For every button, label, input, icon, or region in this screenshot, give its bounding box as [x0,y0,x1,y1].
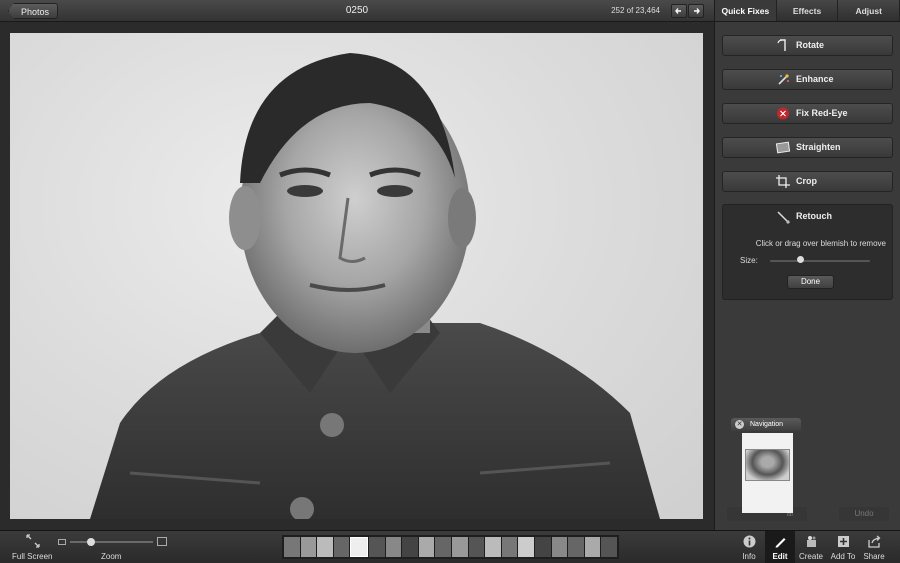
pencil-icon [775,538,786,548]
share-label: Share [863,552,885,561]
red-eye-icon [777,107,789,120]
close-icon[interactable]: ✕ [735,420,744,429]
navigation-viewport[interactable] [745,449,790,481]
navigation-title: Navigation [750,421,784,428]
enhance-button[interactable]: Enhance [722,69,893,90]
navigation-header: ✕ Navigation [731,418,801,431]
plus-icon [838,536,849,547]
photo-image[interactable] [10,33,703,519]
full-screen-icon[interactable] [26,534,40,548]
filmstrip-thumbnail[interactable] [333,537,350,557]
filmstrip-thumbnail[interactable] [551,537,568,557]
rotate-button[interactable]: Rotate [722,35,893,56]
bottom-toolbar: Full Screen Zoom Info Edit Create Add To… [0,530,900,563]
filmstrip-thumbnail[interactable] [451,537,468,557]
straighten-icon [775,141,791,154]
filmstrip-thumbnail[interactable] [518,537,534,557]
filmstrip-thumbnail[interactable] [534,537,551,557]
fix-red-eye-label: Fix Red-Eye [796,108,848,118]
zoom-in-icon[interactable] [157,537,167,546]
filmstrip-thumbnail[interactable] [568,537,584,557]
photo-counter: 252 of 23,464 [611,6,660,15]
portrait-illustration [90,53,660,519]
previous-photo-button[interactable] [671,4,687,18]
filmstrip-thumbnail[interactable] [584,537,601,557]
next-photo-button[interactable] [688,4,704,18]
photo-viewer[interactable] [0,22,714,530]
brush-icon [777,211,790,224]
filmstrip-thumbnail[interactable] [300,537,317,557]
filmstrip-thumbnail[interactable] [368,537,385,557]
size-label: Size: [740,256,758,265]
filmstrip-thumbnail[interactable] [468,537,485,557]
filmstrip-thumbnail[interactable] [284,537,300,557]
full-screen-label[interactable]: Full Screen [12,552,52,561]
crop-icon [776,175,790,188]
size-slider-thumb[interactable] [797,256,804,263]
straighten-label: Straighten [796,142,841,152]
iphoto-window: Photos 0250 252 of 23,464 Quick Fixes Ef… [0,0,900,563]
create-icon [807,536,816,547]
navigation-popup[interactable]: ✕ Navigation [731,418,801,515]
right-arrow-icon [694,8,700,14]
zoom-label: Zoom [101,552,122,561]
enhance-label: Enhance [796,74,834,84]
rotate-icon [777,39,786,51]
left-arrow-icon [675,8,681,14]
filmstrip-thumbnail[interactable] [402,537,418,557]
share-icon [868,535,881,548]
filmstrip-thumbnail-selected[interactable] [350,537,368,557]
crop-label: Crop [796,176,817,186]
retouch-label[interactable]: Retouch [796,211,832,221]
zoom-slider-thumb[interactable] [86,538,95,546]
share-tool[interactable]: Share [859,531,889,563]
magic-wand-icon [778,74,789,85]
retouch-hint: Click or drag over blemish to remove [755,239,886,248]
filmstrip-thumbnail[interactable] [601,537,617,557]
size-slider-track[interactable] [770,260,870,262]
photo-title: 0250 [345,5,369,16]
filmstrip-thumbnail[interactable] [501,537,518,557]
zoom-out-icon[interactable] [58,539,66,545]
filmstrip-thumbnail[interactable] [435,537,451,557]
rotate-label: Rotate [796,40,825,50]
navigation-preview[interactable] [742,433,793,513]
done-button[interactable]: Done [787,275,834,289]
undo-button[interactable]: Undo [839,507,889,521]
edit-tabs: Quick Fixes Effects Adjust [715,0,900,22]
filmstrip-thumbnail[interactable] [385,537,402,557]
filmstrip-thumbnail[interactable] [485,537,501,557]
filmstrip[interactable] [282,535,619,559]
fix-red-eye-button[interactable]: Fix Red-Eye [722,103,893,124]
filmstrip-thumbnail[interactable] [418,537,435,557]
tab-quick-fixes[interactable]: Quick Fixes [715,0,777,21]
crop-button[interactable]: Crop [722,171,893,192]
tab-adjust[interactable]: Adjust [838,0,900,21]
tab-effects[interactable]: Effects [777,0,839,21]
top-toolbar: Photos 0250 252 of 23,464 [0,0,714,22]
info-icon [743,535,756,548]
filmstrip-thumbnail[interactable] [317,537,333,557]
retouch-section: Retouch Click or drag over blemish to re… [722,204,893,300]
straighten-button[interactable]: Straighten [722,137,893,158]
zoom-slider-track[interactable] [70,541,153,543]
